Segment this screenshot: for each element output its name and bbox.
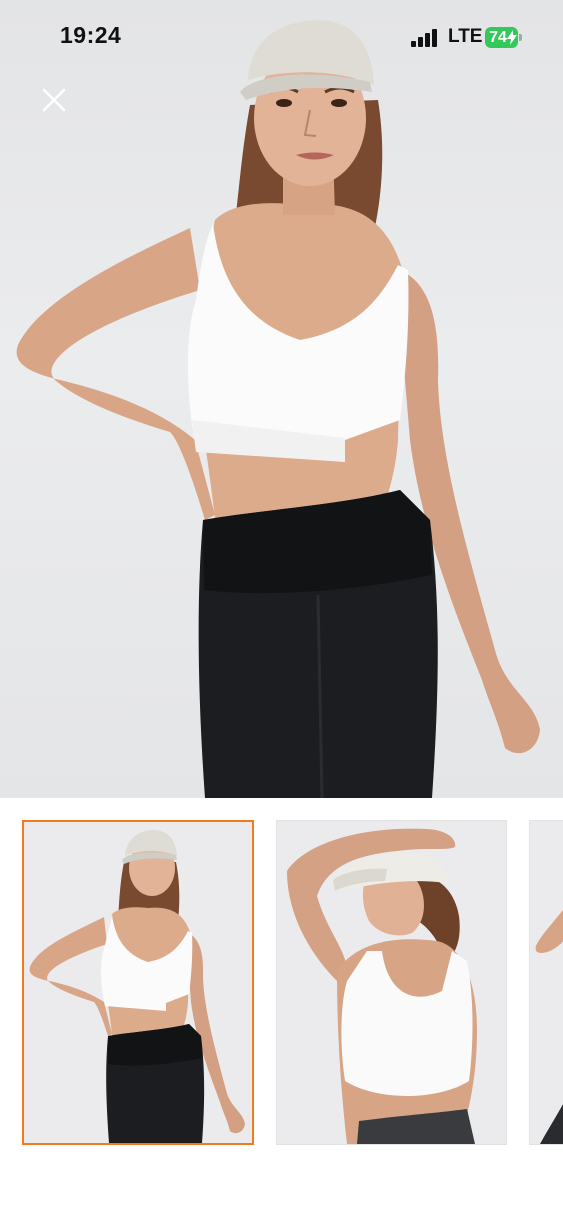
battery-cap xyxy=(519,34,522,41)
status-time: 19:24 xyxy=(60,22,122,48)
battery-level-label: 74 xyxy=(489,29,507,46)
thumbnail-3[interactable] xyxy=(529,820,563,1145)
close-button[interactable] xyxy=(36,82,72,118)
charging-bolt-icon xyxy=(507,30,517,45)
thumbnail-1-image xyxy=(24,822,252,1143)
thumbnail-strip[interactable] xyxy=(0,798,563,1219)
main-product-photo[interactable] xyxy=(0,0,563,798)
battery-charging-icon: 74 xyxy=(485,27,523,48)
battery-body: 74 xyxy=(485,27,518,48)
thumbnail-1-selected[interactable] xyxy=(22,820,254,1145)
model-photo-illustration xyxy=(16,20,540,798)
close-icon xyxy=(42,88,66,112)
signal-bars-icon xyxy=(411,29,437,47)
thumbnail-2[interactable] xyxy=(276,820,507,1145)
thumbnail-2-image xyxy=(277,821,506,1144)
thumbnail-3-image xyxy=(530,821,563,1144)
status-bar: 19:24 LTE 74 xyxy=(0,0,563,76)
network-type-label: LTE xyxy=(448,26,483,47)
